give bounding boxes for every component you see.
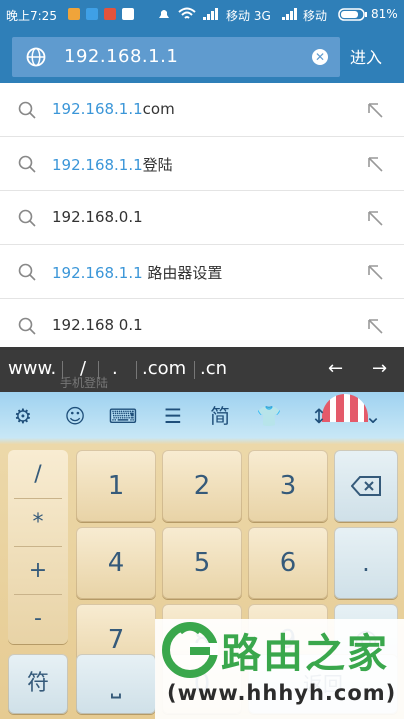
skin-shirt-icon[interactable]: 👕: [254, 402, 284, 430]
suggestion-text: 192.168.1.1 路由器设置: [52, 264, 223, 282]
quick-key-cn[interactable]: .cn: [200, 358, 227, 379]
quick-key-slash[interactable]: /: [80, 358, 86, 379]
notification-icon: [68, 8, 80, 20]
clipboard-icon[interactable]: ☰: [158, 402, 188, 430]
suggestion-item[interactable]: 192.168.1.1登陆: [0, 137, 404, 191]
url-text[interactable]: 192.168.1.1: [64, 46, 178, 67]
key-3[interactable]: 3: [248, 450, 328, 522]
suggestion-text: 192.168 0.1: [52, 316, 143, 334]
suggestion-list: 192.168.1.1com 192.168.1.1登陆 192.168.0.1…: [0, 83, 404, 353]
backspace-button[interactable]: [334, 450, 398, 522]
emoji-icon[interactable]: ☺: [60, 402, 90, 430]
quick-key-dot[interactable]: .: [112, 358, 118, 379]
key-1[interactable]: 1: [76, 450, 156, 522]
suggestion-item[interactable]: 192.168.1.1 路由器设置: [0, 245, 404, 299]
clear-icon[interactable]: ✕: [312, 49, 328, 65]
key-5[interactable]: 5: [162, 527, 242, 599]
key-minus[interactable]: -: [8, 606, 68, 631]
fill-arrow-icon[interactable]: [366, 155, 384, 173]
url-quick-input-bar: 手机登陆 www. / . .com .cn ← →: [0, 347, 404, 392]
signal-icon: [203, 8, 218, 20]
suggestion-text: 192.168.1.1登陆: [52, 156, 173, 174]
divider: [194, 361, 195, 379]
symbol-column: / * + -: [8, 450, 68, 644]
search-icon: [18, 317, 36, 335]
key-asterisk[interactable]: *: [8, 510, 68, 535]
search-icon: [18, 155, 36, 173]
divider: [14, 498, 62, 499]
notification-icon: [122, 8, 134, 20]
suggestion-item[interactable]: 192.168.0.1: [0, 191, 404, 245]
keyboard-toolbar: ⚙ ☺ ⌨ ☰ 简 👕 ↕ ⌄: [0, 392, 404, 440]
key-4[interactable]: 4: [76, 527, 156, 599]
fill-arrow-icon[interactable]: [366, 263, 384, 281]
divider: [98, 361, 99, 379]
symbols-button[interactable]: 符: [8, 654, 68, 714]
go-button[interactable]: 进入: [350, 44, 382, 68]
quick-key-www[interactable]: www.: [8, 358, 56, 379]
router-logo-icon: [162, 622, 218, 678]
battery-level: 81%: [371, 7, 398, 21]
suggestion-text: 192.168.0.1: [52, 208, 143, 226]
status-time: 晚上7:25: [6, 9, 57, 23]
signal-icon: [282, 8, 297, 20]
gear-icon[interactable]: ⚙: [8, 402, 38, 430]
key-6[interactable]: 6: [248, 527, 328, 599]
quick-key-com[interactable]: .com: [142, 358, 186, 379]
url-input[interactable]: 192.168.1.1 ✕: [12, 37, 340, 77]
suggestion-item[interactable]: 192.168 0.1: [0, 299, 404, 353]
key-slash[interactable]: /: [8, 462, 68, 487]
carrier-label: 移动: [303, 9, 328, 23]
cursor-left-button[interactable]: ←: [328, 358, 343, 379]
bell-muted-icon: [159, 10, 169, 18]
fill-arrow-icon[interactable]: [366, 101, 384, 119]
backspace-icon: [350, 476, 381, 496]
key-plus[interactable]: +: [8, 558, 68, 583]
suggestion-text: 192.168.1.1com: [52, 100, 175, 118]
divider: [136, 361, 137, 379]
wifi-icon: [178, 7, 196, 19]
divider: [14, 594, 62, 595]
address-bar: 192.168.1.1 ✕ 进入: [0, 30, 404, 83]
status-bar: 晚上7:25 移动 3G 移动 81%: [0, 0, 404, 30]
battery-icon: [338, 8, 367, 21]
cursor-move-icon[interactable]: ↕: [304, 402, 334, 430]
watermark-title: 路由之家: [221, 631, 389, 677]
watermark: 路由之家 (www.hhhyh.com): [155, 619, 404, 719]
cursor-right-button[interactable]: →: [372, 358, 387, 379]
fill-arrow-icon[interactable]: [366, 317, 384, 335]
fill-arrow-icon[interactable]: [366, 209, 384, 227]
search-icon: [18, 209, 36, 227]
globe-icon: [26, 47, 46, 67]
divider: [14, 546, 62, 547]
search-icon: [18, 263, 36, 281]
keyboard-icon[interactable]: ⌨: [108, 402, 138, 430]
key-dot[interactable]: .: [334, 527, 398, 599]
chevron-down-icon[interactable]: ⌄: [358, 402, 388, 430]
divider: [62, 361, 63, 379]
carrier-label: 移动 3G: [226, 9, 271, 23]
space-button[interactable]: ⎵: [76, 654, 156, 714]
notification-icon: [86, 8, 98, 20]
suggestion-item[interactable]: 192.168.1.1com: [0, 83, 404, 137]
simplified-toggle[interactable]: 简: [205, 402, 235, 430]
key-2[interactable]: 2: [162, 450, 242, 522]
search-icon: [18, 101, 36, 119]
watermark-url: (www.hhhyh.com): [167, 681, 397, 705]
notification-icon: [104, 8, 116, 20]
